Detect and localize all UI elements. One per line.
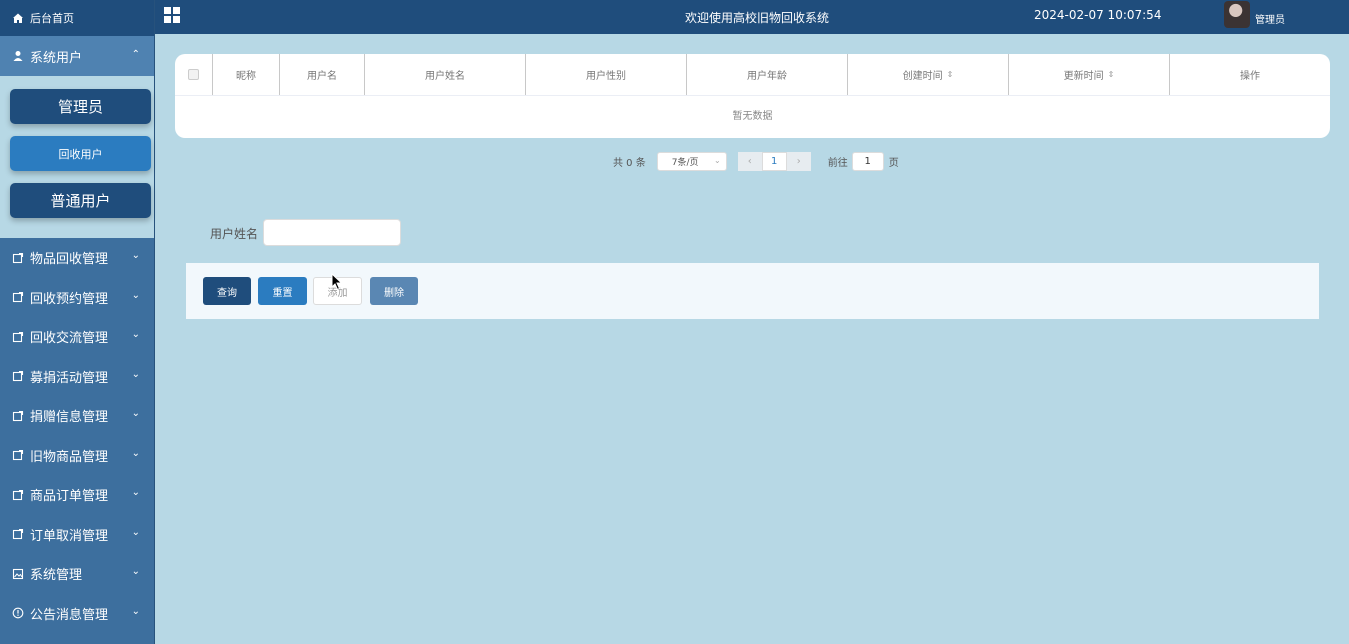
chevron-down-icon: ⌄ bbox=[131, 250, 140, 261]
page-size-select[interactable]: 7条/页 ⌄ bbox=[656, 151, 727, 171]
column-header-updated-label: 更新时间 bbox=[1063, 71, 1104, 82]
sidebar-item-label: 捐赠信息管理 bbox=[30, 410, 109, 426]
prev-page-button[interactable]: ‹ bbox=[737, 151, 762, 171]
chevron-down-icon: ⌄ bbox=[131, 526, 140, 538]
box-icon bbox=[12, 370, 24, 382]
chevron-down-icon: ⌄ bbox=[131, 487, 140, 498]
chevron-down-icon: ⌄ bbox=[131, 447, 140, 459]
mouse-cursor-icon bbox=[331, 272, 343, 291]
header-username[interactable]: 管理员 bbox=[1255, 11, 1285, 26]
goto-label: 前往 bbox=[827, 157, 848, 169]
sidebar-item-donation[interactable]: 捐赠信息管理 ⌄ bbox=[0, 396, 154, 436]
column-header-age: 用户年龄 bbox=[687, 54, 848, 95]
sidebar-item-item-recycle[interactable]: 物品回收管理 ⌄ bbox=[0, 238, 154, 278]
sidebar-sub-item-admin[interactable]: 管理员 bbox=[10, 89, 151, 124]
column-header-nickname: 昵称 bbox=[213, 54, 280, 95]
column-header-created[interactable]: 创建时间 ⇕ bbox=[848, 54, 1009, 95]
box-icon bbox=[12, 410, 24, 422]
next-page-button[interactable]: › bbox=[786, 151, 811, 171]
delete-button[interactable]: 删除 bbox=[370, 277, 418, 305]
sort-icon[interactable]: ⇕ bbox=[1108, 70, 1115, 79]
chevron-down-icon: ⌄ bbox=[131, 368, 140, 380]
info-icon bbox=[12, 607, 24, 619]
sidebar-sub-item-recycle-user[interactable]: 回收用户 bbox=[10, 136, 151, 171]
column-header-fullname: 用户姓名 bbox=[365, 54, 526, 95]
users-table: 昵称 用户名 用户姓名 用户性别 用户年龄 创建时间 ⇕ 更新时间 ⇕ 操作 暂… bbox=[175, 54, 1330, 138]
reset-button[interactable]: 重置 bbox=[258, 277, 307, 305]
chevron-up-icon: ⌃ bbox=[131, 49, 140, 60]
sidebar-group-system-users[interactable]: 系统用户 ⌃ bbox=[0, 36, 154, 76]
box-icon bbox=[12, 252, 24, 264]
goto-suffix: 页 bbox=[888, 157, 899, 169]
chevron-left-icon: ‹ bbox=[747, 155, 752, 167]
sidebar-item-label: 物品回收管理 bbox=[30, 252, 109, 268]
home-icon bbox=[12, 12, 24, 24]
box-icon bbox=[12, 449, 24, 461]
column-header-created-label: 创建时间 bbox=[902, 71, 943, 82]
sidebar-sub-item-normal-user[interactable]: 普通用户 bbox=[10, 183, 151, 218]
sidebar-item-orders[interactable]: 商品订单管理 ⌄ bbox=[0, 475, 154, 515]
sidebar-home-link[interactable]: 后台首页 bbox=[0, 0, 154, 36]
search-input[interactable] bbox=[263, 219, 401, 246]
sidebar-item-fundraising[interactable]: 募捐活动管理 ⌄ bbox=[0, 357, 154, 397]
table-empty-text: 暂无数据 bbox=[732, 111, 773, 122]
sidebar-submenu: 管理员 回收用户 普通用户 bbox=[0, 76, 154, 238]
chevron-down-icon: ⌄ bbox=[131, 329, 140, 340]
box-icon bbox=[12, 331, 24, 343]
sidebar-item-recycle-exchange[interactable]: 回收交流管理 ⌄ bbox=[0, 317, 154, 357]
sidebar-item-label: 订单取消管理 bbox=[30, 528, 109, 544]
sidebar-item-label: 商品订单管理 bbox=[30, 489, 109, 505]
top-header: 欢迎使用高校旧物回收系统 2024-02-07 10:07:54 管理员 bbox=[155, 0, 1349, 34]
chevron-down-icon: ⌄ bbox=[714, 155, 721, 165]
sidebar-item-recycle-appointment[interactable]: 回收预约管理 ⌄ bbox=[0, 278, 154, 318]
chevron-down-icon: ⌄ bbox=[131, 289, 140, 301]
sidebar-item-system[interactable]: 系统管理 ⌄ bbox=[0, 554, 154, 594]
pagination-total: 共 0 条 bbox=[613, 157, 646, 169]
select-all-checkbox[interactable] bbox=[188, 69, 199, 80]
grid-menu-icon[interactable] bbox=[164, 7, 180, 23]
sidebar-item-notice[interactable]: 公告消息管理 ⌄ bbox=[0, 594, 154, 634]
select-all-cell bbox=[175, 54, 213, 95]
sidebar-home-label: 后台首页 bbox=[30, 12, 74, 25]
sidebar-item-label: 旧物商品管理 bbox=[30, 449, 109, 465]
image-icon bbox=[12, 568, 24, 580]
box-icon bbox=[12, 291, 24, 303]
sidebar-item-label: 公告消息管理 bbox=[30, 607, 109, 623]
current-datetime: 2024-02-07 10:07:54 bbox=[1034, 8, 1162, 22]
sidebar-item-label: 募捐活动管理 bbox=[30, 370, 109, 386]
sidebar-item-label: 回收交流管理 bbox=[30, 331, 109, 347]
column-header-actions: 操作 bbox=[1240, 71, 1260, 82]
query-button[interactable]: 查询 bbox=[203, 277, 251, 305]
column-header-username: 用户名 bbox=[280, 54, 365, 95]
chevron-right-icon: › bbox=[796, 155, 801, 167]
page-number-current[interactable]: 1 bbox=[761, 151, 787, 171]
sidebar: 后台首页 系统用户 ⌃ 管理员 回收用户 普通用户 物品回收管理 ⌄ 回收预约管… bbox=[0, 0, 155, 644]
sidebar-item-label: 回收预约管理 bbox=[30, 291, 109, 307]
box-icon bbox=[12, 489, 24, 501]
column-header-updated[interactable]: 更新时间 ⇕ bbox=[1009, 54, 1170, 95]
table-header-row: 昵称 用户名 用户姓名 用户性别 用户年龄 创建时间 ⇕ 更新时间 ⇕ 操作 bbox=[175, 54, 1330, 96]
sidebar-menu: 物品回收管理 ⌄ 回收预约管理 ⌄ 回收交流管理 ⌄ 募捐活动管理 ⌄ 捐赠信息… bbox=[0, 238, 154, 633]
action-bar: 查询 重置 添加 删除 bbox=[186, 263, 1319, 319]
chevron-down-icon: ⌄ bbox=[131, 408, 140, 419]
user-icon bbox=[12, 50, 24, 62]
goto-page-input[interactable]: 1 bbox=[851, 151, 884, 171]
sidebar-group-label: 系统用户 bbox=[30, 50, 83, 66]
box-icon bbox=[12, 528, 24, 540]
sidebar-item-label: 系统管理 bbox=[30, 568, 83, 584]
sidebar-item-used-goods[interactable]: 旧物商品管理 ⌄ bbox=[0, 436, 154, 476]
app-title: 欢迎使用高校旧物回收系统 bbox=[685, 11, 830, 25]
search-label: 用户姓名 bbox=[210, 227, 259, 241]
page-size-value: 7条/页 bbox=[671, 157, 699, 168]
sort-icon[interactable]: ⇕ bbox=[947, 70, 954, 79]
avatar[interactable] bbox=[1224, 1, 1250, 28]
sidebar-item-order-cancel[interactable]: 订单取消管理 ⌄ bbox=[0, 515, 154, 555]
chevron-down-icon: ⌄ bbox=[131, 605, 140, 617]
pagination: 共 0 条 7条/页 ⌄ ‹ 1 › 前往 1 页 bbox=[613, 151, 899, 171]
chevron-down-icon: ⌄ bbox=[131, 566, 140, 577]
column-header-gender: 用户性别 bbox=[526, 54, 687, 95]
